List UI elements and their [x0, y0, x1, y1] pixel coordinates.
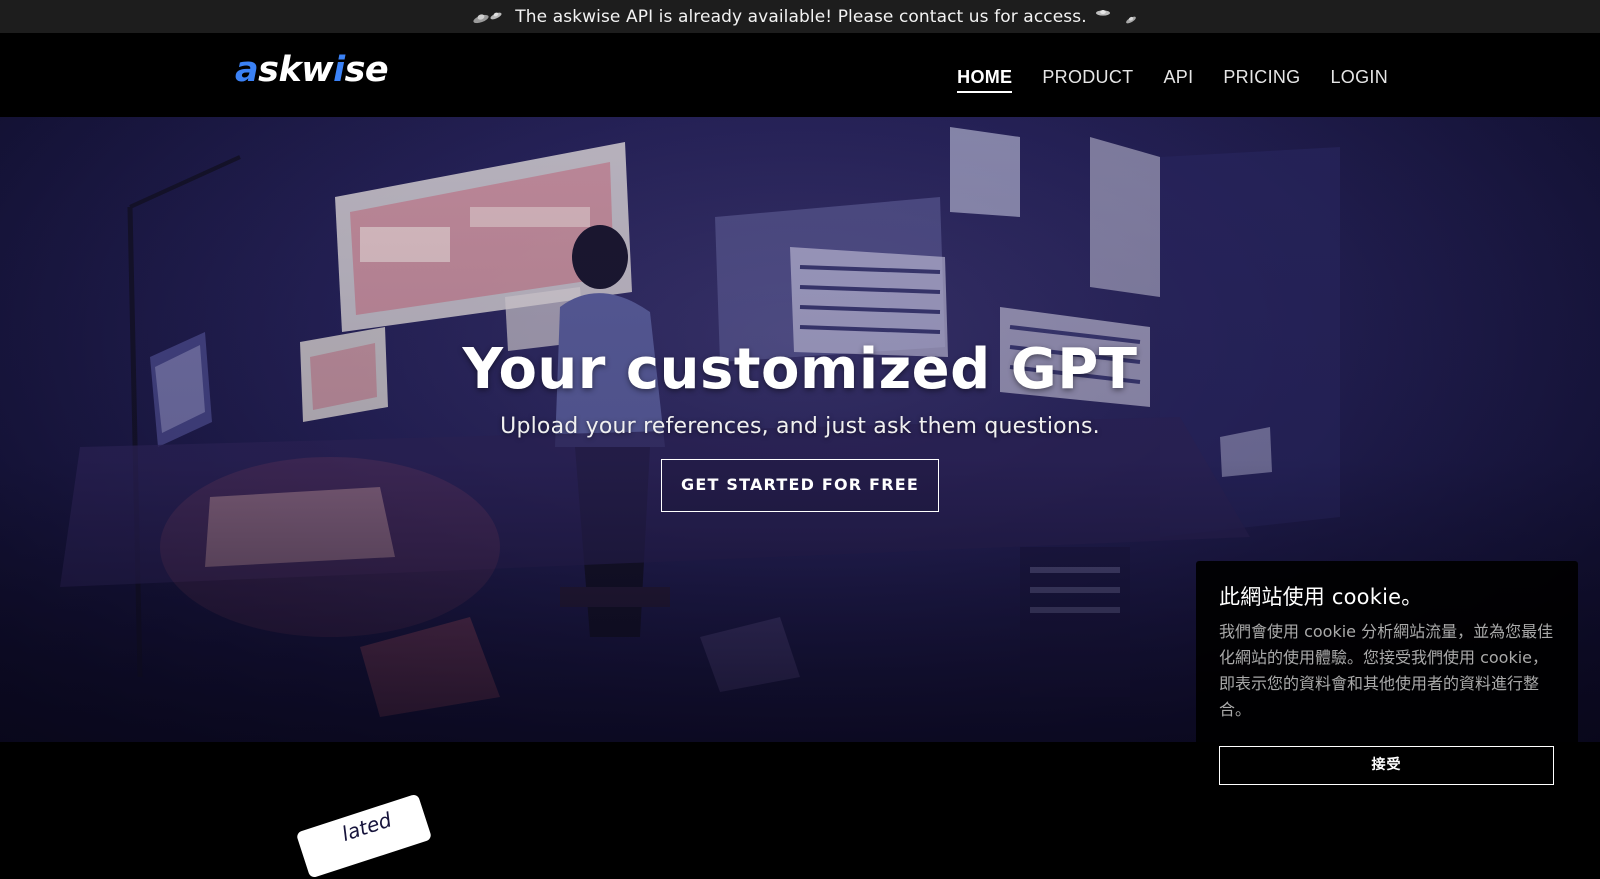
get-started-button[interactable]: GET STARTED FOR FREE: [661, 459, 939, 512]
ufo-icon: [1095, 8, 1136, 26]
askwise-logo[interactable]: askwise: [235, 50, 389, 90]
nav-api[interactable]: API: [1163, 67, 1193, 93]
site-header: askwise HOME PRODUCT API PRICING LOGIN: [0, 33, 1600, 117]
cookie-accept-button[interactable]: 接受: [1219, 746, 1554, 785]
nav-pricing[interactable]: PRICING: [1223, 67, 1300, 93]
logo-letter-a: a: [235, 50, 259, 90]
logo-text-skw: skw: [258, 50, 334, 90]
nav-home[interactable]: HOME: [957, 67, 1013, 93]
main-nav: HOME PRODUCT API PRICING LOGIN: [957, 67, 1388, 93]
logo-letter-i: i: [333, 50, 345, 90]
cookie-message: 我們會使用 cookie 分析網站流量，並為您最佳化網站的使用體驗。您接受我們使…: [1219, 622, 1554, 719]
nav-login[interactable]: LOGIN: [1330, 67, 1388, 93]
announcement-text: The askwise API is already available! Pl…: [515, 6, 1087, 27]
hero-subtitle: Upload your references, and just ask the…: [500, 414, 1100, 439]
cookie-banner: 此網站使用 cookie。 我們會使用 cookie 分析網站流量，並為您最佳化…: [1196, 561, 1578, 806]
cookie-title: 此網站使用 cookie。: [1219, 585, 1423, 609]
nav-product[interactable]: PRODUCT: [1042, 67, 1133, 93]
logo-text-se: se: [344, 50, 389, 90]
announcement-bar: The askwise API is already available! Pl…: [0, 0, 1600, 33]
hero-content: Your customized GPT Upload your referenc…: [0, 337, 1600, 512]
ufo-icon: [471, 8, 505, 26]
hero-title: Your customized GPT: [462, 337, 1138, 402]
